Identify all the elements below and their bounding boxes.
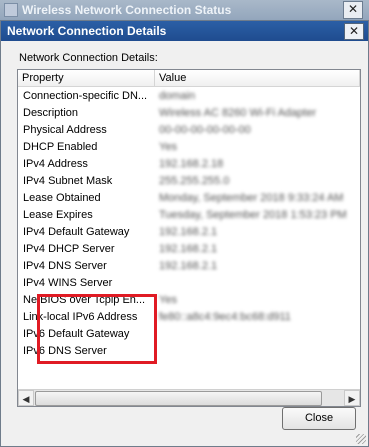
value-cell [159, 275, 359, 292]
property-cell: Description [23, 107, 79, 119]
value-cell: domain [159, 90, 196, 102]
dialog-close-button[interactable]: ✕ [344, 23, 364, 40]
list-item[interactable]: Physical Address 00-00-00-00-00-00 [18, 122, 360, 139]
ipv4-server-highlight-box [37, 294, 157, 364]
value-cell: fe80::a8c4:9ec4:bc68:d911 [159, 311, 291, 323]
property-cell: IPv4 DNS Server [23, 260, 107, 272]
value-cell: Monday, September 2018 9:33:24 AM [159, 192, 344, 204]
value-cell: Wireless AC 8260 Wi-Fi Adapter [159, 107, 317, 119]
details-list[interactable]: Property Value Connection-specific DN...… [17, 69, 361, 407]
property-cell: Connection-specific DN... [23, 90, 148, 102]
list-item[interactable]: Lease Obtained Monday, September 2018 9:… [18, 190, 360, 207]
property-cell: IPv4 WINS Server [23, 277, 113, 289]
list-item[interactable]: IPv4 WINS Server [18, 275, 360, 292]
property-cell: IPv4 Default Gateway [23, 226, 130, 238]
list-header: Property Value [18, 70, 360, 87]
property-cell: IPv4 Subnet Mask [23, 175, 113, 187]
network-connection-details-dialog: Network Connection Details ✕ Network Con… [0, 20, 369, 447]
list-item[interactable]: Description Wireless AC 8260 Wi-Fi Adapt… [18, 105, 360, 122]
list-item[interactable]: IPv4 Default Gateway 192.168.2.1 [18, 224, 360, 241]
value-cell: Yes [159, 141, 177, 153]
background-close-button[interactable]: ✕ [343, 1, 363, 19]
dialog-titlebar: Network Connection Details ✕ [1, 21, 368, 41]
value-cell: Yes [159, 294, 177, 306]
property-cell: Physical Address [23, 124, 107, 136]
list-item[interactable]: IPv4 Subnet Mask 255.255.255.0 [18, 173, 360, 190]
list-item[interactable]: DHCP Enabled Yes [18, 139, 360, 156]
list-item[interactable]: Lease Expires Tuesday, September 2018 1:… [18, 207, 360, 224]
dialog-title: Network Connection Details [7, 24, 167, 38]
value-cell: 192.168.2.1 [159, 260, 218, 272]
list-item[interactable]: IPv4 DNS Server 192.168.2.1 [18, 258, 360, 275]
list-item[interactable]: IPv4 DHCP Server 192.168.2.1 [18, 241, 360, 258]
value-cell: Tuesday, September 2018 1:53:23 PM [159, 209, 347, 221]
list-item[interactable]: Connection-specific DN... domain [18, 88, 360, 105]
property-cell: IPv4 Address [23, 158, 88, 170]
property-cell: IPv4 DHCP Server [23, 243, 115, 255]
scrollbar-thumb[interactable] [35, 391, 322, 406]
column-header-value[interactable]: Value [155, 70, 360, 86]
value-cell: 192.168.2.1 [159, 226, 218, 238]
value-cell [159, 343, 359, 360]
details-label: Network Connection Details: [19, 52, 158, 64]
background-window-title: Wireless Network Connection Status [22, 3, 232, 17]
column-header-property[interactable]: Property [18, 70, 155, 86]
value-cell: 00-00-00-00-00-00 [159, 124, 251, 136]
horizontal-scrollbar[interactable]: ◀ ▶ [18, 389, 360, 406]
value-cell [159, 326, 359, 343]
value-cell: 255.255.255.0 [159, 175, 230, 187]
close-button[interactable]: Close [282, 407, 356, 430]
scroll-right-arrow-icon[interactable]: ▶ [344, 390, 360, 406]
property-cell: Lease Expires [23, 209, 93, 221]
background-window-titlebar: Wireless Network Connection Status ✕ [0, 0, 369, 21]
resize-grip-icon[interactable] [356, 434, 366, 444]
value-cell: 192.168.2.18 [159, 158, 224, 170]
list-item[interactable]: IPv4 Address 192.168.2.18 [18, 156, 360, 173]
property-cell: DHCP Enabled [23, 141, 98, 153]
scroll-left-arrow-icon[interactable]: ◀ [18, 390, 34, 406]
property-cell: Lease Obtained [23, 192, 101, 204]
network-icon [4, 3, 18, 17]
value-cell: 192.168.2.1 [159, 243, 218, 255]
